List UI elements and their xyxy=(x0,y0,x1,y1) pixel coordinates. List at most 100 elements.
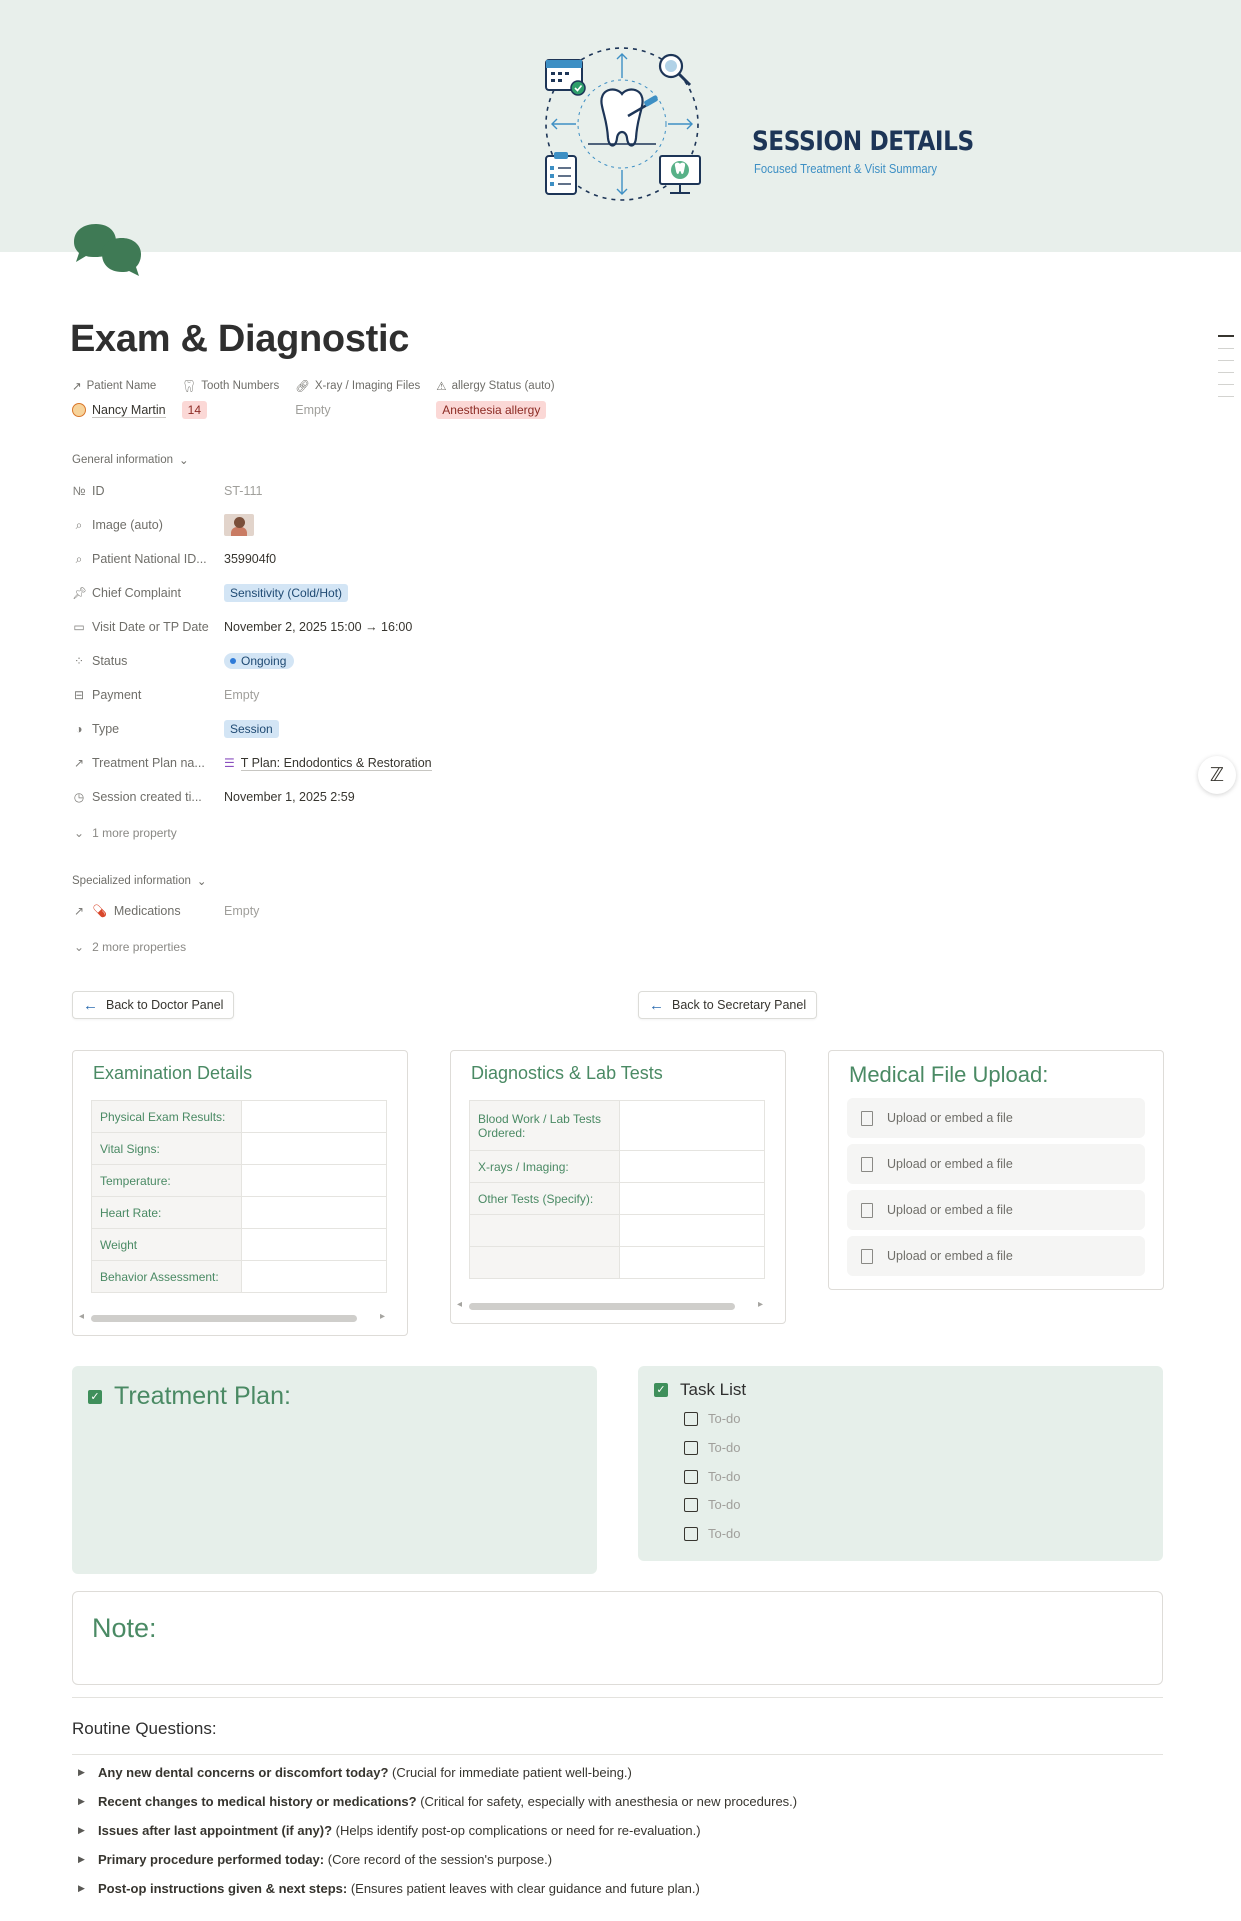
back-to-doctor-panel-button[interactable]: ← Back to Doctor Panel xyxy=(72,991,235,1019)
row-value-cell[interactable] xyxy=(241,1164,387,1197)
horizontal-scrollbar[interactable]: ◂ ▸ xyxy=(457,1299,775,1311)
row-label-cell: Behavior Assessment: xyxy=(91,1260,242,1293)
chief-complaint-tag: Sensitivity (Cold/Hot) xyxy=(224,584,349,602)
chevron-down-icon: ⌄ xyxy=(196,876,207,888)
pinned-tooth-numbers[interactable]: 🦷︎ Tooth Numbers 14 xyxy=(181,378,279,420)
row-label-cell: Vital Signs: xyxy=(91,1132,242,1165)
row-value-cell[interactable] xyxy=(241,1260,387,1293)
chevron-down-icon: ⌄ xyxy=(74,826,85,840)
file-upload-icon xyxy=(861,1110,873,1126)
checkbox-icon[interactable] xyxy=(684,1411,698,1426)
toggle-triangle-icon[interactable]: ▶ xyxy=(78,1854,88,1865)
prop-treatment-plan[interactable]: ↗ Treatment Plan na... ☰ T Plan: Endodont… xyxy=(72,749,672,777)
row-value-cell[interactable] xyxy=(241,1132,387,1165)
page-outline[interactable] xyxy=(1218,335,1234,408)
row-value-cell[interactable] xyxy=(241,1196,387,1229)
row-value-cell[interactable] xyxy=(619,1214,765,1247)
checkbox-icon[interactable] xyxy=(684,1497,698,1512)
search-icon: ⌕ xyxy=(75,517,83,532)
payment-icon: ⊟ xyxy=(73,688,85,702)
note-title: Note: xyxy=(92,1613,157,1643)
general-information-header[interactable]: General information ⌄ xyxy=(72,453,189,467)
chevron-down-icon: ⌄ xyxy=(74,940,85,954)
row-label-cell: Blood Work / Lab Tests Ordered: xyxy=(469,1100,620,1151)
checkbox-icon[interactable] xyxy=(684,1440,698,1455)
row-label-cell: X-rays / Imaging: xyxy=(469,1150,620,1183)
patient-photo[interactable] xyxy=(224,514,254,536)
prop-status[interactable]: ⁘ Status Ongoing xyxy=(72,647,672,675)
diagnostics-table[interactable]: Blood Work / Lab Tests Ordered: X-rays / … xyxy=(469,1100,765,1279)
row-value-cell[interactable] xyxy=(619,1246,765,1279)
ai-face-icon: ℤ xyxy=(1209,764,1225,786)
back-to-secretary-panel-button[interactable]: ← Back to Secretary Panel xyxy=(638,991,818,1019)
treatment-plan-link[interactable]: T Plan: Endodontics & Restoration xyxy=(240,756,432,771)
upload-file-block[interactable]: Upload or embed a file xyxy=(847,1236,1145,1276)
pinned-patient-name[interactable]: ↗ Patient Name Nancy Martin xyxy=(72,378,166,420)
checkbox-checked-icon[interactable]: ✓ xyxy=(654,1383,668,1397)
more-properties-toggle-specialized[interactable]: ⌄ 2 more properties xyxy=(74,940,186,954)
prop-medications[interactable]: ↗ 💊︎ Medications Empty xyxy=(72,897,672,925)
row-label-cell: Heart Rate: xyxy=(91,1196,242,1229)
toggle-triangle-icon[interactable]: ▶ xyxy=(78,1796,88,1807)
select-circle-icon: ◑ xyxy=(75,722,83,736)
prop-chief-complaint[interactable]: 📌︎ Chief Complaint Sensitivity (Cold/Hot) xyxy=(72,579,672,607)
cover-subtitle: Focused Treatment & Visit Summary xyxy=(754,162,937,176)
checkbox-icon[interactable] xyxy=(684,1469,698,1484)
prop-type[interactable]: ◑ Type Session xyxy=(72,715,672,743)
row-value-cell[interactable] xyxy=(619,1182,765,1215)
checkbox-checked-icon[interactable]: ✓ xyxy=(88,1389,102,1404)
row-value-cell[interactable] xyxy=(619,1150,765,1183)
row-label-cell: Other Tests (Specify): xyxy=(469,1182,620,1215)
prop-national-id[interactable]: ⌕ Patient National ID... 359904f0 xyxy=(72,545,672,573)
note-block[interactable]: Note: xyxy=(72,1591,1163,1685)
upload-file-block[interactable]: Upload or embed a file xyxy=(847,1098,1145,1138)
prop-payment[interactable]: ⊟ Payment Empty xyxy=(72,681,672,709)
allergy-tag: Anesthesia allergy xyxy=(436,401,547,419)
specialized-information-header[interactable]: Specialized information ⌄ xyxy=(72,874,207,888)
table-row: X-rays / Imaging: xyxy=(469,1150,765,1183)
tooth-number-tag: 14 xyxy=(181,401,207,419)
row-label-cell: Weight xyxy=(91,1228,242,1261)
horizontal-scrollbar[interactable]: ◂ ▸ xyxy=(79,1311,397,1323)
checklist-icon: ☰ xyxy=(224,756,235,770)
treatment-plan-block[interactable]: ✓ Treatment Plan: xyxy=(72,1366,597,1574)
prop-visit-date[interactable]: ▭ Visit Date or TP Date November 2, 2025 … xyxy=(72,613,672,641)
paperclip-icon: 🔗︎ xyxy=(295,381,310,393)
prop-image[interactable]: ⌕ Image (auto) xyxy=(72,511,672,539)
pinned-xray-files[interactable]: 🔗︎ X-ray / Imaging Files Empty xyxy=(295,378,420,420)
toggle-triangle-icon[interactable]: ▶ xyxy=(78,1825,88,1836)
row-label-cell: Temperature: xyxy=(91,1164,242,1197)
toggle-triangle-icon[interactable]: ▶ xyxy=(78,1883,88,1894)
file-upload-icon xyxy=(861,1202,873,1218)
row-value-cell[interactable] xyxy=(241,1100,387,1133)
toggle-question[interactable]: ▶ Recent changes to medical history or me… xyxy=(78,1794,797,1809)
patient-link[interactable]: Nancy Martin xyxy=(72,403,166,418)
row-value-cell[interactable] xyxy=(241,1228,387,1261)
ai-assistant-button[interactable]: ℤ xyxy=(1198,756,1236,794)
search-icon: ⌕ xyxy=(75,551,83,566)
more-properties-toggle[interactable]: ⌄ 1 more property xyxy=(74,826,177,840)
toggle-question[interactable]: ▶ Any new dental concerns or discomfort t… xyxy=(78,1765,632,1780)
calendar-icon: ▭ xyxy=(73,620,85,634)
table-row: Blood Work / Lab Tests Ordered: xyxy=(469,1100,765,1151)
tooth-icon: 🦷︎ xyxy=(181,381,197,393)
toggle-question[interactable]: ▶ Primary procedure performed today: (Cor… xyxy=(78,1852,552,1867)
diagnostics-title: Diagnostics & Lab Tests xyxy=(471,1063,663,1083)
pinned-allergy-status[interactable]: ⚠ allergy Status (auto) Anesthesia allerg… xyxy=(436,378,555,420)
checkbox-icon[interactable] xyxy=(684,1526,698,1541)
todo-item[interactable]: To-do xyxy=(684,1526,741,1541)
todo-item[interactable]: To-do xyxy=(684,1497,741,1512)
toggle-triangle-icon[interactable]: ▶ xyxy=(78,1767,88,1778)
todo-item[interactable]: To-do xyxy=(684,1411,741,1426)
todo-item[interactable]: To-do xyxy=(684,1440,741,1455)
todo-item[interactable]: To-do xyxy=(684,1469,741,1484)
upload-file-block[interactable]: Upload or embed a file xyxy=(847,1190,1145,1230)
prop-id[interactable]: № ID ST-111 xyxy=(72,477,672,505)
upload-file-block[interactable]: Upload or embed a file xyxy=(847,1144,1145,1184)
task-list-title: Task List xyxy=(680,1380,747,1399)
row-value-cell[interactable] xyxy=(619,1100,765,1151)
prop-session-created[interactable]: ◷ Session created ti... November 1, 2025 … xyxy=(72,783,672,811)
toggle-question[interactable]: ▶ Issues after last appointment (if any)?… xyxy=(78,1823,701,1838)
toggle-question[interactable]: ▶ Post-op instructions given & next steps… xyxy=(78,1881,700,1896)
examination-table[interactable]: Physical Exam Results: Vital Signs: Temper… xyxy=(91,1100,387,1293)
